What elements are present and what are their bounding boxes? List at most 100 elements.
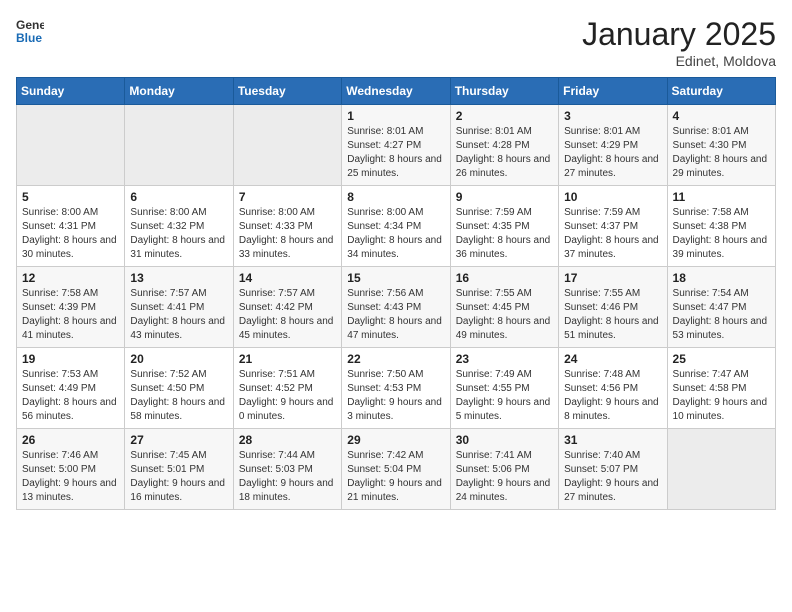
day-number: 8 — [347, 190, 444, 204]
day-info: Sunrise: 8:01 AM Sunset: 4:30 PM Dayligh… — [673, 125, 770, 181]
day-cell: 29Sunrise: 7:42 AM Sunset: 5:04 PM Dayli… — [342, 429, 450, 510]
day-info: Sunrise: 8:00 AM Sunset: 4:32 PM Dayligh… — [130, 206, 227, 262]
day-number: 14 — [239, 271, 336, 285]
day-number: 20 — [130, 352, 227, 366]
day-cell: 21 Sunrise: 7:51 AM Sunset: 4:52 PM Dayli… — [233, 348, 341, 429]
day-info: Sunrise: 7:53 AM Sunset: 4:49 PM Dayligh… — [22, 368, 119, 424]
day-cell — [17, 105, 125, 186]
day-cell: 8 Sunrise: 8:00 AM Sunset: 4:34 PM Daylig… — [342, 186, 450, 267]
day-number: 16 — [456, 271, 553, 285]
day-number: 5 — [22, 190, 119, 204]
weekday-header-thursday: Thursday — [450, 78, 558, 105]
day-number: 2 — [456, 109, 553, 123]
day-number: 31 — [564, 433, 661, 447]
day-cell: 24 Sunrise: 7:48 AM Sunset: 4:56 PM Dayli… — [559, 348, 667, 429]
logo: General Blue — [16, 16, 44, 44]
day-cell: 18 Sunrise: 7:54 AM Sunset: 4:47 PM Dayli… — [667, 267, 775, 348]
day-number: 24 — [564, 352, 661, 366]
day-info: Sunrise: 7:55 AM Sunset: 4:46 PM Dayligh… — [564, 287, 661, 343]
day-cell: 10 Sunrise: 7:59 AM Sunset: 4:37 PM Dayli… — [559, 186, 667, 267]
day-number: 21 — [239, 352, 336, 366]
day-number: 9 — [456, 190, 553, 204]
day-cell: 14 Sunrise: 7:57 AM Sunset: 4:42 PM Dayli… — [233, 267, 341, 348]
weekday-header-tuesday: Tuesday — [233, 78, 341, 105]
day-cell: 3Sunrise: 8:01 AM Sunset: 4:29 PM Daylig… — [559, 105, 667, 186]
day-number: 27 — [130, 433, 227, 447]
day-number: 6 — [130, 190, 227, 204]
day-cell: 17 Sunrise: 7:55 AM Sunset: 4:46 PM Dayli… — [559, 267, 667, 348]
day-info: Sunrise: 7:51 AM Sunset: 4:52 PM Dayligh… — [239, 368, 336, 424]
day-info: Sunrise: 7:58 AM Sunset: 4:39 PM Dayligh… — [22, 287, 119, 343]
day-info: Sunrise: 7:54 AM Sunset: 4:47 PM Dayligh… — [673, 287, 770, 343]
svg-text:Blue: Blue — [16, 31, 42, 44]
weekday-header-monday: Monday — [125, 78, 233, 105]
day-cell: 6 Sunrise: 8:00 AM Sunset: 4:32 PM Daylig… — [125, 186, 233, 267]
day-info: Sunrise: 8:01 AM Sunset: 4:29 PM Dayligh… — [564, 125, 661, 181]
day-number: 25 — [673, 352, 770, 366]
day-info: Sunrise: 8:01 AM Sunset: 4:27 PM Dayligh… — [347, 125, 444, 181]
day-info: Sunrise: 7:45 AM Sunset: 5:01 PM Dayligh… — [130, 449, 227, 505]
day-info: Sunrise: 7:49 AM Sunset: 4:55 PM Dayligh… — [456, 368, 553, 424]
day-number: 11 — [673, 190, 770, 204]
day-cell: 25 Sunrise: 7:47 AM Sunset: 4:58 PM Dayli… — [667, 348, 775, 429]
day-cell: 1 Sunrise: 8:01 AM Sunset: 4:27 PM Daylig… — [342, 105, 450, 186]
day-cell: 19 Sunrise: 7:53 AM Sunset: 4:49 PM Dayli… — [17, 348, 125, 429]
weekday-header-sunday: Sunday — [17, 78, 125, 105]
day-cell: 22Sunrise: 7:50 AM Sunset: 4:53 PM Dayli… — [342, 348, 450, 429]
day-info: Sunrise: 7:50 AM Sunset: 4:53 PM Dayligh… — [347, 368, 444, 424]
day-cell: 23 Sunrise: 7:49 AM Sunset: 4:55 PM Dayli… — [450, 348, 558, 429]
day-info: Sunrise: 7:47 AM Sunset: 4:58 PM Dayligh… — [673, 368, 770, 424]
day-number: 26 — [22, 433, 119, 447]
day-number: 10 — [564, 190, 661, 204]
day-info: Sunrise: 7:52 AM Sunset: 4:50 PM Dayligh… — [130, 368, 227, 424]
day-info: Sunrise: 7:40 AM Sunset: 5:07 PM Dayligh… — [564, 449, 661, 505]
day-cell: 28 Sunrise: 7:44 AM Sunset: 5:03 PM Dayli… — [233, 429, 341, 510]
week-row-5: 26Sunrise: 7:46 AM Sunset: 5:00 PM Dayli… — [17, 429, 776, 510]
day-number: 17 — [564, 271, 661, 285]
day-number: 28 — [239, 433, 336, 447]
day-number: 18 — [673, 271, 770, 285]
day-number: 23 — [456, 352, 553, 366]
day-cell: 9Sunrise: 7:59 AM Sunset: 4:35 PM Daylig… — [450, 186, 558, 267]
location: Edinet, Moldova — [582, 53, 776, 69]
day-info: Sunrise: 7:41 AM Sunset: 5:06 PM Dayligh… — [456, 449, 553, 505]
day-info: Sunrise: 7:48 AM Sunset: 4:56 PM Dayligh… — [564, 368, 661, 424]
day-cell: 31 Sunrise: 7:40 AM Sunset: 5:07 PM Dayli… — [559, 429, 667, 510]
day-cell: 11Sunrise: 7:58 AM Sunset: 4:38 PM Dayli… — [667, 186, 775, 267]
day-info: Sunrise: 7:56 AM Sunset: 4:43 PM Dayligh… — [347, 287, 444, 343]
day-info: Sunrise: 8:00 AM Sunset: 4:33 PM Dayligh… — [239, 206, 336, 262]
day-info: Sunrise: 7:57 AM Sunset: 4:41 PM Dayligh… — [130, 287, 227, 343]
day-info: Sunrise: 7:59 AM Sunset: 4:37 PM Dayligh… — [564, 206, 661, 262]
day-number: 19 — [22, 352, 119, 366]
day-info: Sunrise: 7:44 AM Sunset: 5:03 PM Dayligh… — [239, 449, 336, 505]
day-number: 1 — [347, 109, 444, 123]
week-row-2: 5Sunrise: 8:00 AM Sunset: 4:31 PM Daylig… — [17, 186, 776, 267]
day-info: Sunrise: 7:57 AM Sunset: 4:42 PM Dayligh… — [239, 287, 336, 343]
day-cell: 12 Sunrise: 7:58 AM Sunset: 4:39 PM Dayli… — [17, 267, 125, 348]
weekday-header-saturday: Saturday — [667, 78, 775, 105]
day-number: 12 — [22, 271, 119, 285]
day-cell: 15Sunrise: 7:56 AM Sunset: 4:43 PM Dayli… — [342, 267, 450, 348]
day-cell: 2Sunrise: 8:01 AM Sunset: 4:28 PM Daylig… — [450, 105, 558, 186]
day-number: 13 — [130, 271, 227, 285]
logo-icon: General Blue — [16, 16, 44, 44]
day-number: 7 — [239, 190, 336, 204]
week-row-4: 19 Sunrise: 7:53 AM Sunset: 4:49 PM Dayli… — [17, 348, 776, 429]
day-number: 30 — [456, 433, 553, 447]
day-info: Sunrise: 7:42 AM Sunset: 5:04 PM Dayligh… — [347, 449, 444, 505]
day-cell: 5Sunrise: 8:00 AM Sunset: 4:31 PM Daylig… — [17, 186, 125, 267]
day-cell: 27 Sunrise: 7:45 AM Sunset: 5:01 PM Dayli… — [125, 429, 233, 510]
day-cell: 13 Sunrise: 7:57 AM Sunset: 4:41 PM Dayli… — [125, 267, 233, 348]
day-cell — [125, 105, 233, 186]
calendar-table: SundayMondayTuesdayWednesdayThursdayFrid… — [16, 77, 776, 510]
day-cell: 30 Sunrise: 7:41 AM Sunset: 5:06 PM Dayli… — [450, 429, 558, 510]
day-cell — [667, 429, 775, 510]
day-info: Sunrise: 7:55 AM Sunset: 4:45 PM Dayligh… — [456, 287, 553, 343]
day-info: Sunrise: 8:00 AM Sunset: 4:34 PM Dayligh… — [347, 206, 444, 262]
svg-text:General: General — [16, 18, 44, 32]
day-cell: 16 Sunrise: 7:55 AM Sunset: 4:45 PM Dayli… — [450, 267, 558, 348]
day-cell: 20 Sunrise: 7:52 AM Sunset: 4:50 PM Dayli… — [125, 348, 233, 429]
day-cell: 7 Sunrise: 8:00 AM Sunset: 4:33 PM Daylig… — [233, 186, 341, 267]
month-title: January 2025 — [582, 16, 776, 53]
day-cell: 4Sunrise: 8:01 AM Sunset: 4:30 PM Daylig… — [667, 105, 775, 186]
